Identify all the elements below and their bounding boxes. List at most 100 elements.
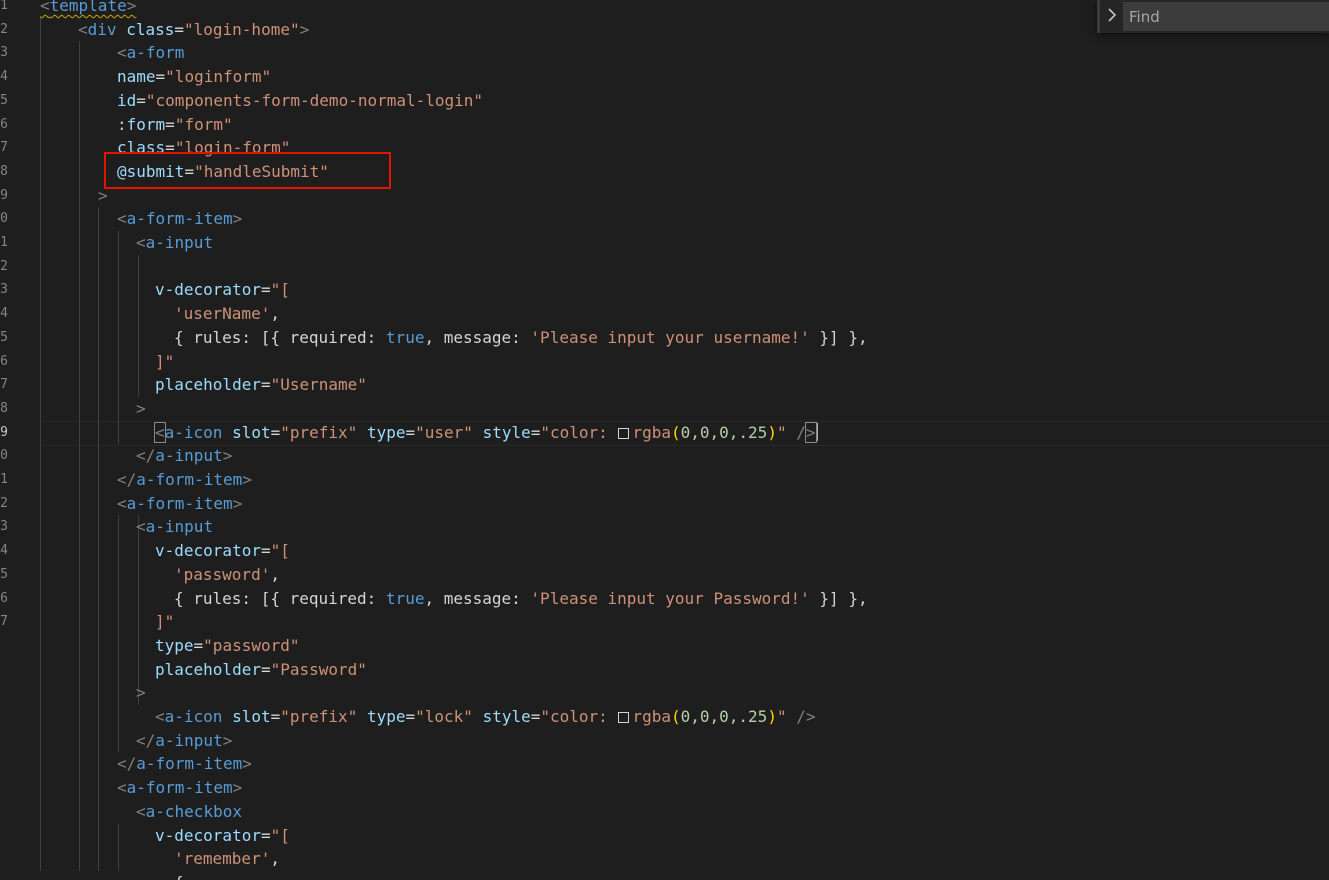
code-token: < [40,0,50,15]
line-number: 8 [0,400,8,416]
code-token: "login-home" [184,19,300,39]
code-token: ]" [155,351,175,371]
line-number: 2 [0,21,8,37]
line-number: 0 [0,448,8,464]
code-line: v-decorator="[ [155,824,290,848]
line-number: 1 [0,235,8,250]
code-token: < [117,209,127,229]
code-token: > [232,778,243,798]
line-number: 9 [0,187,8,203]
code-token: class [126,19,175,39]
code-line: type="password" [155,634,300,658]
code-token: = [405,422,416,442]
code-line: { rules: [{ required: true, message: 'Pl… [174,587,868,611]
code-token: > [242,754,252,774]
line-number: 4 [0,69,8,85]
code-line: { [174,871,184,880]
code-line: <a-form-item> [117,207,242,231]
code-token: "password" [203,635,300,655]
code-token: a-icon [164,422,223,442]
color-swatch[interactable] [618,712,630,723]
line-number: 7 [0,614,8,630]
line-number: 0 [0,211,8,227]
code-line: </a-form-item> [117,752,252,776]
line-number: 5 [0,329,8,345]
code-token: a-form-item [126,493,233,513]
code-token: "color: [540,422,618,442]
code-token: a-form-item [136,470,243,489]
code-token: a-icon [164,707,223,726]
code-token: "user" [415,422,473,442]
code-token: ) [767,707,777,726]
code-line: 'remember', [174,847,280,871]
line-number: 1 [0,472,8,487]
code-token: ( [670,422,681,442]
code-token: > [232,493,243,513]
code-token: 0,0,0,.25 [680,707,768,726]
code-token: , [270,849,280,869]
code-token: true [385,327,425,347]
code-token: "[ [270,541,290,561]
line-number: 5 [0,566,8,582]
code-area[interactable]: <template> <div class="login-home"> <a-for… [40,0,1329,880]
code-line: <a-input [136,515,213,539]
line-number: 3 [0,45,8,61]
code-token: "Password" [270,659,367,679]
code-token: :form [117,114,166,134]
code-token: "loginform" [165,67,272,87]
code-token: a-checkbox [145,801,242,821]
line-number: 4 [0,306,8,322]
code-token: < [136,517,146,537]
code-token: "Username" [270,375,367,395]
code-token: 0,0,0,.25 [680,422,768,442]
code-token: > [136,398,146,418]
code-token: </ [117,754,137,774]
code-token: , message: [424,588,531,608]
code-line: name="loginform" [117,65,271,89]
code-token: < [154,421,166,443]
code-token: = [405,707,416,726]
code-token: "[ [270,280,290,300]
code-token: = [155,67,166,87]
code-token: 'remember' [174,849,271,869]
line-number: 6 [0,353,8,369]
code-line: ]" [155,610,174,634]
code-line: v-decorator="[ [155,539,290,563]
code-line: <div class="login-home"> [78,18,309,42]
code-token: v-decorator [155,280,261,300]
code-line: { rules: [{ required: true, message: 'Pl… [174,326,868,350]
code-token: /> [796,707,816,726]
code-token: > [232,209,243,229]
color-swatch[interactable] [618,427,630,439]
line-number: 2 [0,495,8,511]
code-token: , [270,564,280,584]
code-token: = [260,375,271,395]
code-token: = [270,707,281,726]
code-token: < [155,707,165,726]
code-token: = [174,19,184,39]
code-token: > [126,0,137,15]
code-token: = [260,659,271,679]
code-line: 'userName', [174,302,280,326]
line-number: 8 [0,163,8,179]
annotation-highlight-box [104,152,391,189]
code-token: = [260,825,271,845]
code-token: "lock" [415,707,473,726]
code-line: 'password', [174,563,280,587]
code-token: a-form-item [136,754,243,774]
toggle-replace-button[interactable] [1097,0,1123,33]
code-token: type [366,707,406,726]
code-editor[interactable]: 123456789012345678901234567 <template> <d… [0,0,1329,880]
code-token: template [49,0,127,15]
code-token: { rules: [{ required: [174,588,386,608]
code-token: = [530,422,541,442]
code-token: , [270,304,280,324]
code-token: style [482,707,531,726]
find-input[interactable] [1123,2,1329,31]
code-token: v-decorator [155,541,261,561]
text-cursor [815,422,818,441]
line-number: 2 [0,258,8,274]
